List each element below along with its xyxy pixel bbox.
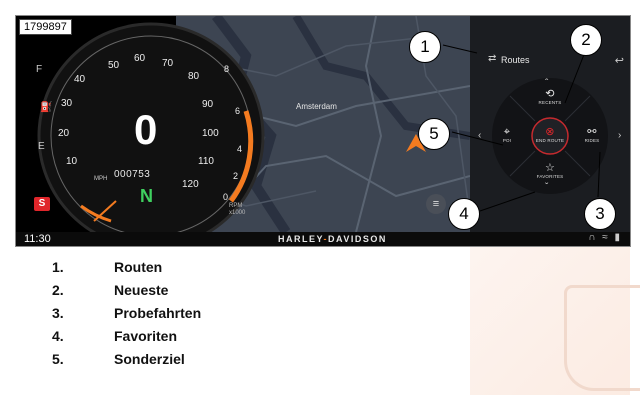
- legend-number: 3.: [52, 305, 64, 321]
- legend-label: Probefahrten: [114, 305, 202, 321]
- legend-label: Routen: [114, 259, 163, 275]
- callout-marker: 3: [584, 198, 616, 230]
- callout-marker: 5: [418, 118, 450, 150]
- legend-label: Favoriten: [114, 328, 178, 344]
- legend-number: 1.: [52, 259, 64, 275]
- legend-label: Neueste: [114, 282, 169, 298]
- callout-leaders: [442, 44, 601, 212]
- watermark-shield-icon: [564, 285, 640, 391]
- callout-marker: 4: [448, 198, 480, 230]
- legend-number: 2.: [52, 282, 64, 298]
- legend-number: 5.: [52, 351, 64, 367]
- callout-marker: 2: [570, 24, 602, 56]
- legend-label: Sonderziel: [114, 351, 185, 367]
- legend-number: 4.: [52, 328, 64, 344]
- callout-marker: 1: [409, 31, 441, 63]
